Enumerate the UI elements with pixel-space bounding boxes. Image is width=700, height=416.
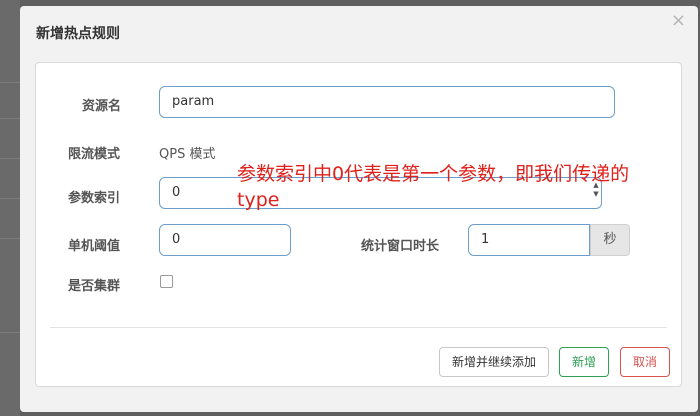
resource-name-label: 资源名 (82, 99, 122, 114)
param-index-label: 参数索引 (68, 191, 121, 206)
seconds-unit-addon: 秒 (590, 224, 630, 256)
window-duration-input[interactable]: 1 (468, 224, 590, 256)
background-divider (0, 82, 20, 83)
background-divider (0, 158, 20, 159)
background-divider (0, 332, 20, 333)
resource-name-input[interactable]: param (159, 86, 615, 118)
cancel-button[interactable]: 取消 (620, 347, 670, 377)
background-divider (0, 118, 20, 119)
close-icon[interactable]: × (671, 10, 686, 31)
background-divider (0, 238, 20, 239)
background-page (0, 0, 20, 416)
threshold-input[interactable]: 0 (159, 224, 291, 256)
window-duration-label: 统计窗口时长 (361, 239, 440, 254)
add-and-continue-button[interactable]: 新增并继续添加 (439, 347, 549, 377)
red-annotation-text: 参数索引中0代表是第一个参数，即我们传递的type (237, 163, 630, 211)
dialog-title: 新增热点规则 (36, 26, 120, 42)
add-hotspot-rule-dialog: 新增热点规则 × 资源名 param 限流模式 QPS 模式 参数索引 0 ▲ ▼… (20, 6, 698, 412)
flow-mode-label: 限流模式 (68, 147, 121, 162)
add-button[interactable]: 新增 (559, 347, 609, 377)
cluster-checkbox[interactable] (160, 275, 173, 288)
cluster-label: 是否集群 (68, 279, 121, 294)
threshold-label: 单机阈值 (68, 239, 121, 254)
rule-form: 资源名 param 限流模式 QPS 模式 参数索引 0 ▲ ▼ 单机阈值 0 统… (35, 62, 682, 387)
background-divider (0, 198, 20, 199)
form-divider (50, 327, 667, 328)
flow-mode-value: QPS 模式 (159, 147, 216, 162)
